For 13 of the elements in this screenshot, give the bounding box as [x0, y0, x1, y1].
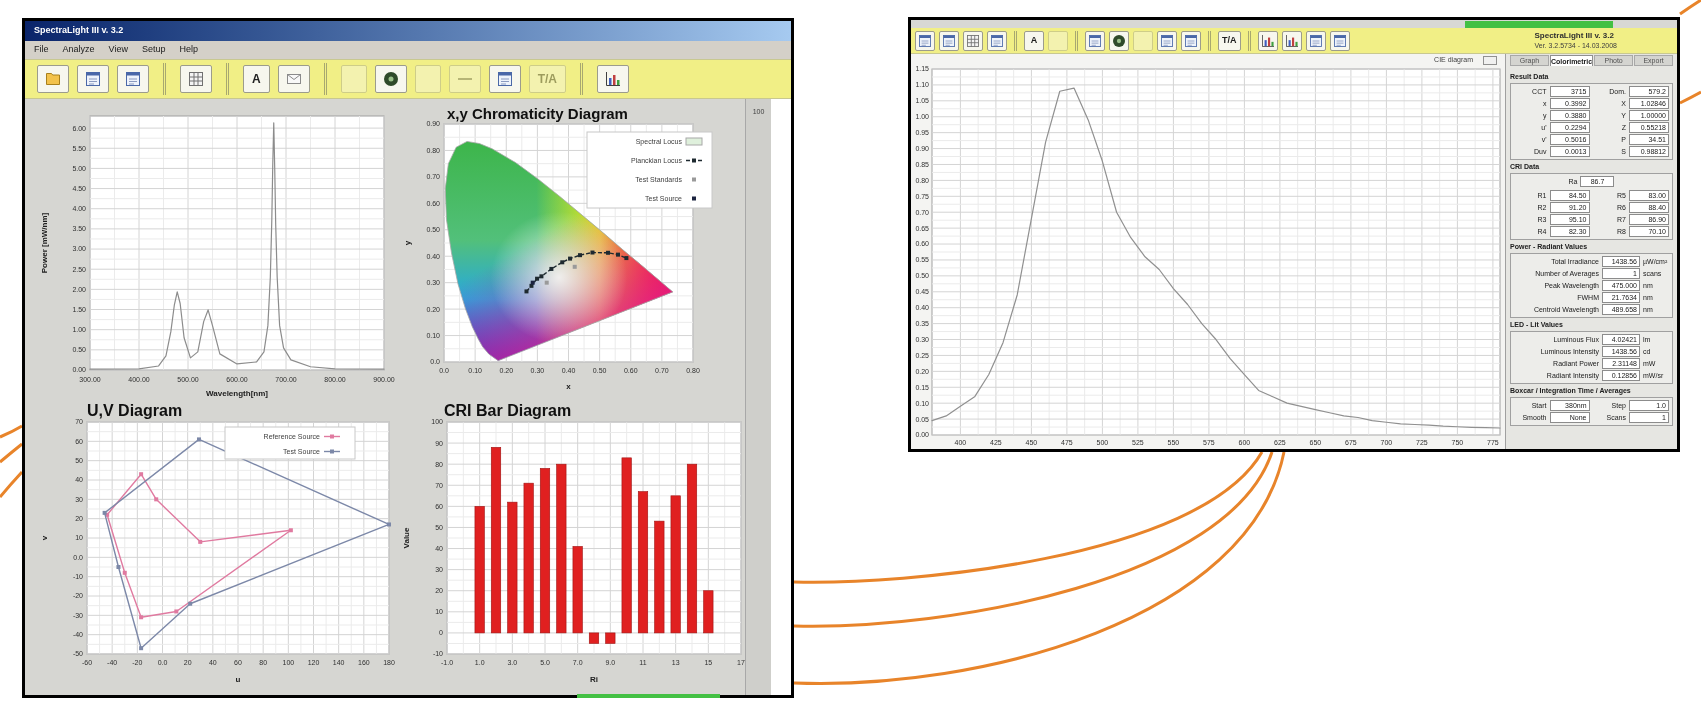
axis-label: Wavelength[nm]	[206, 389, 268, 398]
axis-label: y	[403, 240, 412, 246]
axis-label: Power [mW/nm]	[40, 212, 49, 274]
chart-title: U,V Diagram	[87, 402, 183, 419]
chart-title: x,y Chromaticity Diagram	[447, 105, 628, 122]
axis-label: u	[235, 675, 241, 684]
window-title: SpectraLight III v. 3.2	[34, 24, 124, 38]
axis-label: v	[40, 535, 49, 541]
app-title: SpectraLight III v. 3.2	[1534, 32, 1614, 40]
axis-label: x	[566, 382, 571, 391]
axis-label: Ri	[590, 675, 598, 684]
chart-title: CRI Bar Diagram	[444, 402, 572, 419]
axis-label: Value	[402, 527, 411, 549]
